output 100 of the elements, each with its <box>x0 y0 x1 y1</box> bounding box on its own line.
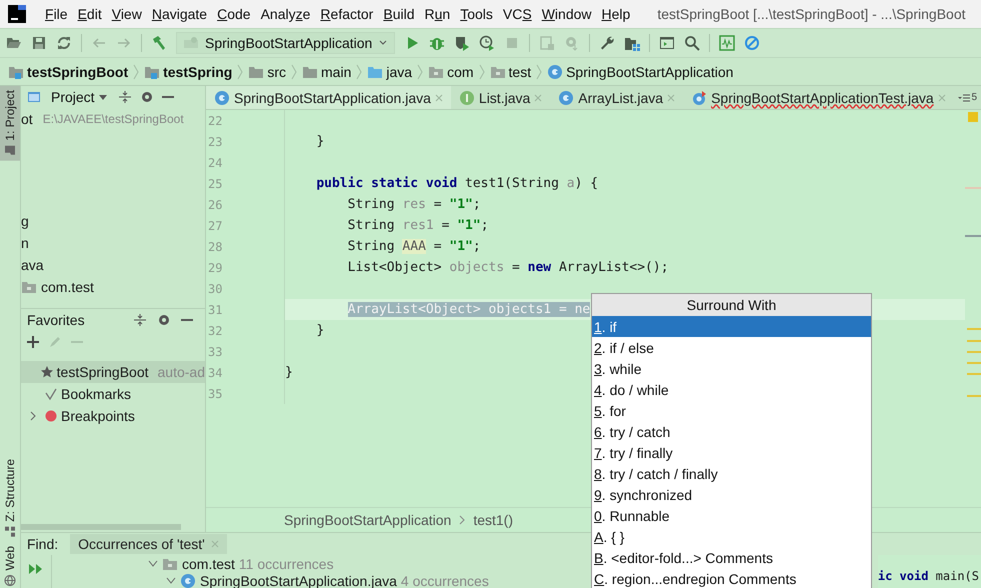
close-icon[interactable] <box>667 94 676 102</box>
caret-icon <box>98 92 108 102</box>
chevron-icon <box>459 515 466 525</box>
terminal-icon[interactable] <box>659 35 676 51</box>
tool-window-tab[interactable]: Web <box>0 542 20 588</box>
save-icon[interactable] <box>31 35 47 51</box>
line-number: 27 <box>207 218 224 232</box>
close-icon[interactable] <box>938 94 946 102</box>
breadcrumb-item[interactable]: java <box>365 64 414 80</box>
no-sign-icon[interactable] <box>744 35 760 51</box>
settings-icon[interactable] <box>157 313 171 327</box>
menu-item[interactable]: VCS <box>498 4 537 24</box>
hidden-tabs-button[interactable]: 5 <box>954 86 981 109</box>
menu-item[interactable]: Window <box>536 4 597 24</box>
breadcrumb-item[interactable]: test <box>488 64 534 80</box>
wrench-icon[interactable] <box>599 35 616 51</box>
occurrence-count: 11 occurrences <box>238 556 334 572</box>
collapse-all-icon[interactable] <box>118 90 132 104</box>
hammer-icon[interactable] <box>151 35 167 51</box>
find-tab[interactable]: Occurrences of 'test' <box>70 534 227 554</box>
menu-item[interactable]: Analyze <box>256 4 316 24</box>
tool-window-tab[interactable]: 1: Project <box>0 86 20 161</box>
menu-item[interactable]: Build <box>378 4 420 24</box>
favorites-item[interactable]: Bookmarks <box>21 383 205 405</box>
collapse-all-icon[interactable] <box>133 313 147 327</box>
chevron-icon <box>236 62 244 80</box>
editor-tab[interactable]: ArrayList.java <box>550 86 684 109</box>
line-number: 28 <box>207 240 224 254</box>
structure-icon <box>4 526 16 538</box>
menu-item[interactable]: Code <box>212 4 256 24</box>
popup-menu-item[interactable]: 1. if <box>592 316 871 337</box>
breadcrumb-item[interactable]: test1() <box>473 512 514 528</box>
breadcrumb-item[interactable]: main <box>300 64 354 80</box>
tree-item[interactable]: ava <box>21 257 44 273</box>
menu-item[interactable]: View <box>106 4 147 24</box>
clock-icon[interactable] <box>479 35 496 51</box>
project-view-icon <box>27 90 41 104</box>
close-icon[interactable] <box>210 540 219 548</box>
tree-item[interactable]: g <box>21 213 29 229</box>
breadcrumb-item[interactable]: SpringBootStartApplication <box>545 64 736 80</box>
tree-item[interactable]: n <box>21 235 29 251</box>
breakpoint-icon <box>44 409 58 423</box>
rerun-icon[interactable] <box>29 563 43 575</box>
project-structure-icon[interactable] <box>624 35 640 51</box>
class-icon <box>558 90 574 106</box>
scrollbar[interactable] <box>21 524 181 530</box>
bug-icon[interactable] <box>429 35 446 51</box>
line-number: 24 <box>207 156 224 170</box>
chevron-icon <box>132 62 140 80</box>
popup-title: Surround With <box>592 294 871 316</box>
breadcrumb-item[interactable]: SpringBootStartApplication <box>284 512 452 528</box>
favorites-item[interactable]: testSpringBoot auto-ad <box>21 361 205 383</box>
line-number: 23 <box>207 134 224 148</box>
window-icon[interactable] <box>539 35 556 51</box>
shield-icon[interactable] <box>454 35 470 51</box>
code-preview: ic void main(S <box>878 569 979 583</box>
breadcrumb-item[interactable]: testSpring <box>142 64 234 80</box>
chevron-icon <box>355 62 364 80</box>
view-selector[interactable]: Project <box>49 89 110 105</box>
close-icon[interactable] <box>434 94 443 102</box>
menu-item[interactable]: Tools <box>455 4 498 24</box>
favorites-item[interactable]: Breakpoints <box>21 405 205 427</box>
tree-item[interactable]: com.test <box>41 279 94 295</box>
line-number: 29 <box>207 260 224 274</box>
code-line: String res = "1"; <box>346 197 481 212</box>
menu-item[interactable]: Edit <box>72 4 107 24</box>
breadcrumb-item[interactable]: src <box>246 64 288 80</box>
project-path: E:\JAVAEE\testSpringBoot <box>42 112 184 126</box>
code-line: String AAA = "1"; <box>346 239 481 254</box>
breadcrumb-item[interactable]: com <box>426 64 476 80</box>
editor-tab[interactable]: SpringBootStartApplicationTest.java <box>683 86 954 109</box>
line-number: 22 <box>207 114 224 128</box>
code-line: List<Object> objects = new ArrayList<>(); <box>346 260 669 275</box>
result-item[interactable]: com.test <box>182 556 235 572</box>
line-number: 31 <box>207 302 224 316</box>
open-folder-icon[interactable] <box>6 35 22 51</box>
tree-item[interactable]: ot <box>21 111 33 127</box>
settings-icon[interactable] <box>140 90 154 104</box>
editor-tab[interactable]: List.java <box>450 86 550 109</box>
menu-item[interactable]: Help <box>596 4 636 24</box>
breadcrumb-item[interactable]: testSpringBoot <box>6 64 130 80</box>
search-icon[interactable] <box>684 35 700 51</box>
menu-item[interactable]: Run <box>420 4 456 24</box>
code-line: } <box>315 134 324 149</box>
sync-icon[interactable] <box>56 35 72 51</box>
panel-title: Favorites <box>27 312 85 328</box>
line-number: 33 <box>207 344 224 358</box>
menu-item[interactable]: Refactor <box>315 4 378 24</box>
add-icon[interactable] <box>27 336 39 348</box>
package-icon <box>21 279 37 295</box>
pencil-icon[interactable] <box>49 336 61 348</box>
editor-tab[interactable]: SpringBootStartApplication.java <box>206 86 451 109</box>
tool-window-tab[interactable]: Z: Structure <box>0 454 20 542</box>
line-number: 35 <box>207 386 224 400</box>
run-configuration-dropdown[interactable]: SpringBootStartApplication <box>176 32 396 54</box>
menu-item[interactable]: File <box>40 4 73 24</box>
close-icon[interactable] <box>534 94 542 102</box>
activity-monitor-icon[interactable] <box>719 35 736 51</box>
line-number: 26 <box>207 198 224 212</box>
menu-item[interactable]: Navigate <box>146 4 212 24</box>
